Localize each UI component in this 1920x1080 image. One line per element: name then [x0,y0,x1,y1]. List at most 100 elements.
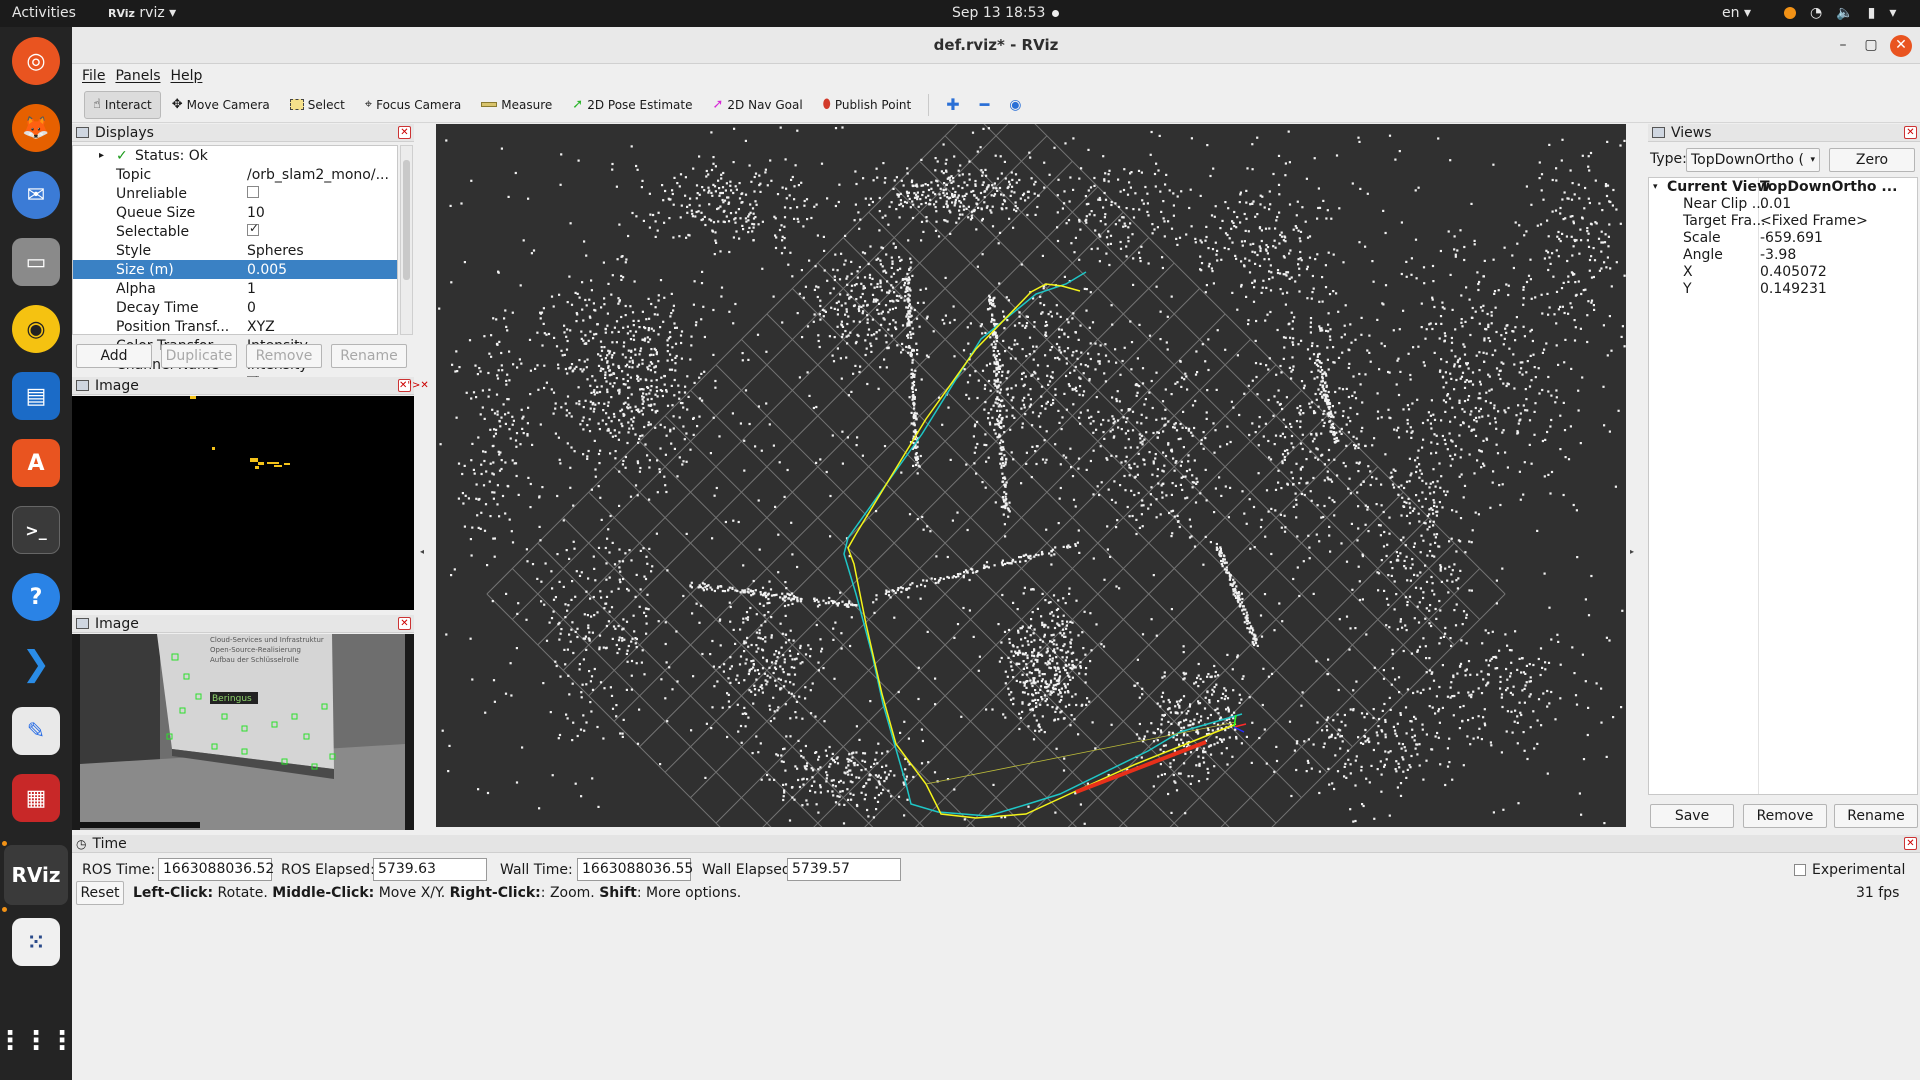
cloud-point [1005,415,1008,418]
publish-point-tool[interactable]: ⬮ Publish Point [814,91,921,119]
cloud-point [1478,380,1482,383]
display-prop-value[interactable]: 0.005 [247,262,287,278]
app-grid-small-icon[interactable]: ⁙ [12,918,60,966]
close-icon[interactable]: ✕ [398,126,411,139]
cloud-point [1290,311,1293,314]
cloud-point [1365,777,1368,780]
cloud-point [876,285,879,288]
clock[interactable]: Sep 13 18:53 [952,5,1045,21]
display-prop-value[interactable] [247,185,259,202]
cloud-point [676,182,679,185]
writer-icon[interactable]: ▤ [12,372,60,420]
displays-tree[interactable]: ▸ ✓ Status: Ok Topic/orb_slam2_mono/... U… [72,145,398,411]
terminal-icon[interactable]: >_ [12,506,60,554]
display-prop-row[interactable]: Size (m) 0.005 [73,260,397,279]
status-row[interactable]: ▸ ✓ Status: Ok [73,146,397,165]
system-tray[interactable]: ◔ 🔈 ▮ ▾ [1784,5,1896,21]
display-prop-value[interactable]: 0 [247,300,256,316]
help-icon[interactable]: ? [12,573,60,621]
close-icon[interactable]: ✕ [398,617,411,630]
display-prop-value[interactable]: Spheres [247,243,304,259]
cloud-point [646,336,649,339]
duplicate-button[interactable]: Duplicate [161,344,237,368]
update-indicator-icon[interactable] [1784,7,1796,19]
cloud-point [1554,401,1557,404]
cloud-point [599,681,603,684]
title-bar[interactable]: def.rviz* - RViz – ▢ ✕ [72,27,1920,64]
eye-icon[interactable]: ◉ [1000,91,1030,119]
cloud-point [1332,253,1335,256]
cloud-point [853,284,856,287]
display-prop-row[interactable]: Style Spheres [73,241,397,260]
display-prop-value[interactable]: 10 [247,205,265,221]
right-splitter-arrow-icon[interactable]: ▸ [1630,547,1634,556]
rviz-icon[interactable]: RViz [11,851,60,899]
display-prop-row[interactable]: Decay Time 0 [73,298,397,317]
displays-scrollbar[interactable] [400,145,413,335]
nav-goal-tool[interactable]: ➚ 2D Nav Goal [704,91,812,119]
cloud-point [507,398,510,401]
language-indicator[interactable]: en ▾ [1722,5,1751,21]
cloud-point [573,450,576,453]
cloud-point [668,666,671,669]
cloud-point [1008,180,1011,183]
close-icon[interactable]: ✕">✕ [398,379,429,392]
scrollbar-thumb[interactable] [403,160,410,280]
cloud-point [656,395,659,398]
vscode-icon[interactable]: ❯ [12,640,60,688]
rename-button[interactable]: Rename [331,344,407,368]
display-prop-checkbox[interactable] [247,221,259,236]
app-icon-red[interactable]: ▦ [12,774,60,822]
pose-estimate-tool[interactable]: ➚ 2D Pose Estimate [563,91,701,119]
cloud-point [1438,337,1441,340]
ubuntu-icon[interactable]: ◎ [12,37,60,85]
maximize-button[interactable]: ▢ [1860,35,1882,57]
firefox-icon[interactable]: 🦊 [12,104,60,152]
display-prop-row[interactable]: Position Transf... XYZ [73,317,397,336]
cloud-point [878,196,881,200]
cloud-point [772,696,775,699]
cloud-point [1414,717,1417,720]
display-prop-row[interactable]: Alpha 1 [73,279,397,298]
minimize-button[interactable]: – [1832,35,1854,57]
display-prop-row[interactable]: Selectable [73,221,397,241]
cloud-point [541,486,544,489]
thunderbird-icon[interactable]: ✉ [12,171,60,219]
interact-tool[interactable]: ☝ Interact [84,90,161,119]
add-button[interactable]: Add [76,344,152,368]
cloud-point [1345,444,1348,447]
menu-panels[interactable]: Panels [115,68,160,84]
display-prop-value[interactable]: /orb_slam2_mono/... [247,167,389,183]
close-button[interactable]: ✕ [1890,35,1912,57]
measure-tool[interactable]: Measure [472,91,561,119]
cloud-point [1462,610,1466,613]
display-prop-value[interactable]: 1 [247,281,256,297]
activities-button[interactable]: Activities [12,5,76,21]
cloud-point [1341,388,1345,391]
display-prop-value[interactable]: XYZ [247,319,275,335]
menu-help[interactable]: Help [171,68,203,84]
app-menu[interactable]: RViz rviz ▾ [108,5,176,21]
menu-file[interactable]: File [82,68,105,84]
add-tool-icon[interactable]: ✚ [937,91,968,119]
display-prop-checkbox[interactable] [247,185,259,198]
select-tool[interactable]: Select [281,91,354,119]
display-prop-row[interactable]: Topic/orb_slam2_mono/... [73,165,397,184]
display-prop-value[interactable] [247,221,259,240]
files-icon[interactable]: ▭ [12,238,60,286]
left-splitter-arrow-icon[interactable]: ◂ [420,547,424,556]
focus-camera-tool[interactable]: ⌖ Focus Camera [356,91,471,119]
remove-button[interactable]: Remove [246,344,322,368]
display-prop-row[interactable]: Queue Size 10 [73,203,397,222]
display-prop-row[interactable]: Unreliable [73,184,397,203]
show-apps-icon[interactable]: ⋮⋮⋮ [0,1017,75,1065]
remove-tool-icon[interactable]: ━ [971,91,999,119]
text-editor-icon[interactable]: ✎ [12,707,60,755]
move-camera-tool[interactable]: ✥ Move Camera [163,91,279,119]
cloud-point [744,662,747,665]
software-icon[interactable]: A [12,439,60,487]
cloud-point [609,686,612,689]
3d-viewport[interactable] [436,124,1626,827]
cloud-point [912,203,915,206]
rhythmbox-icon[interactable]: ◉ [12,305,60,353]
